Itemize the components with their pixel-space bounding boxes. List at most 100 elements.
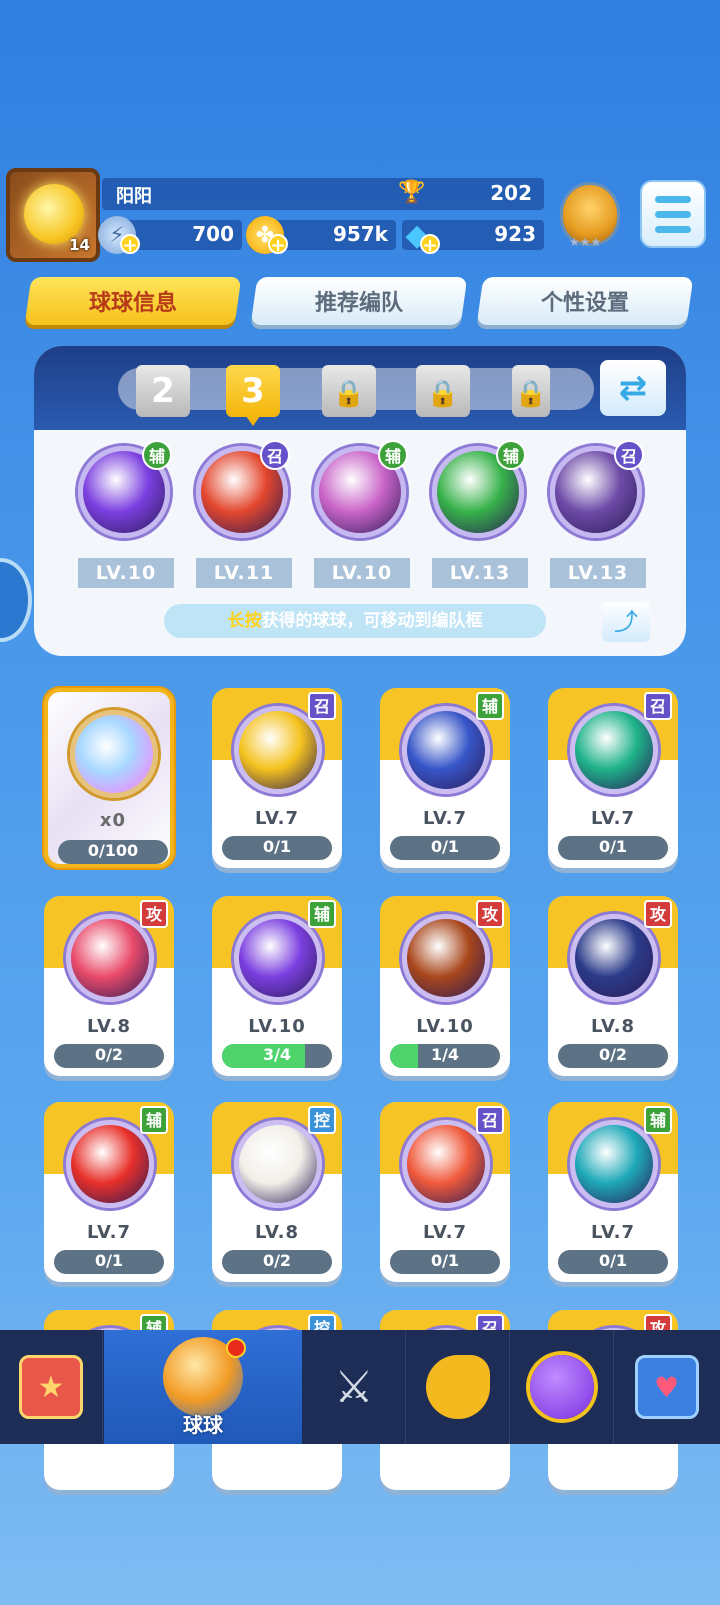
tab-ball-info[interactable]: 球球信息: [24, 277, 242, 325]
ball-type-badge: 攻: [476, 900, 504, 928]
ball-card[interactable]: 召 LV.7 0/1: [380, 1102, 510, 1282]
ball-card[interactable]: 攻 LV.8 0/2: [548, 896, 678, 1076]
shop-icon: ★: [19, 1355, 83, 1419]
nav-balls[interactable]: 球球: [104, 1330, 302, 1444]
progress-text: 0/2: [262, 1251, 292, 1270]
team-slot-locked[interactable]: 🔒: [512, 365, 550, 417]
nav-social[interactable]: ♥: [615, 1330, 718, 1444]
ball-orb-icon: [70, 710, 158, 798]
tab-personal-settings[interactable]: 个性设置: [476, 277, 694, 325]
progress-text: 0/1: [94, 1251, 124, 1270]
tab-label: 个性设置: [540, 291, 629, 316]
menu-button[interactable]: [640, 180, 706, 248]
ball-card[interactable]: 辅 LV.10 3/4: [212, 896, 342, 1076]
ball-type-badge: 控: [308, 1106, 336, 1134]
add-gems-button[interactable]: +: [420, 234, 440, 255]
ball-card[interactable]: 辅 LV.7 0/1: [548, 1102, 678, 1282]
ball-level: x0: [99, 810, 127, 831]
ball-type-badge: 辅: [476, 692, 504, 720]
team-ball[interactable]: 辅 LV.10: [310, 440, 410, 596]
nav-battle[interactable]: ⚔: [303, 1330, 406, 1444]
ball-level: LV.10: [416, 1016, 474, 1037]
nav-planet[interactable]: [511, 1330, 614, 1444]
upgrade-progress-bar: 3/4: [222, 1044, 332, 1068]
whistle-icon: [426, 1355, 490, 1419]
tab-recommended-team[interactable]: 推荐编队: [250, 277, 468, 325]
add-energy-button[interactable]: +: [120, 234, 140, 255]
team-ball[interactable]: 辅 LV.13: [428, 440, 528, 596]
energy-value: 700: [192, 222, 234, 246]
progress-text: 0/1: [598, 1251, 628, 1270]
upgrade-progress-bar: 0/2: [54, 1044, 164, 1068]
ball-level: LV.11: [196, 558, 292, 588]
ball-type-badge: 召: [614, 440, 644, 470]
ball-level: LV.8: [591, 1016, 635, 1037]
ball-card[interactable]: 攻 LV.10 1/4: [380, 896, 510, 1076]
team-slot-3[interactable]: 3: [226, 365, 280, 426]
ball-type-badge: 攻: [644, 900, 672, 928]
player-avatar[interactable]: 14: [6, 168, 100, 262]
ball-card[interactable]: 控 LV.8 0/2: [212, 1102, 342, 1282]
ball-card-special[interactable]: x0 0/100: [44, 688, 174, 868]
progress-text: 0/2: [598, 1045, 628, 1064]
tab-label: 球球信息: [88, 291, 177, 316]
upgrade-progress-bar: 0/100: [58, 840, 168, 864]
upgrade-progress-bar: 0/2: [558, 1044, 668, 1068]
nav-label: 球球: [183, 1413, 223, 1437]
ball-card[interactable]: 召 LV.7 0/1: [212, 688, 342, 868]
lock-icon: 🔒: [426, 379, 460, 409]
ball-card[interactable]: 辅 LV.7 0/1: [44, 1102, 174, 1282]
progress-text: 0/100: [87, 841, 139, 860]
team-panel: 2 3 🔒 🔒 🔒 ⇄ 辅 LV.10 召 LV.11 辅 LV.10 辅 LV…: [34, 346, 686, 656]
team-slot-locked[interactable]: 🔒: [416, 365, 470, 417]
ball-level: LV.8: [255, 1222, 299, 1243]
ball-level: LV.13: [432, 558, 528, 588]
avatar-sun-icon: [24, 184, 84, 244]
coin-value: 957k: [332, 222, 388, 246]
upgrade-progress-bar: 0/1: [558, 1250, 668, 1274]
progress-text: 0/1: [262, 837, 292, 856]
team-slot-locked[interactable]: 🔒: [322, 365, 376, 417]
ball-type-badge: 辅: [378, 440, 408, 470]
battle-swords-icon: ⚔: [334, 1361, 374, 1413]
upgrade-progress-bar: 0/1: [222, 836, 332, 860]
team-ball[interactable]: 召 LV.13: [546, 440, 646, 596]
ball-card[interactable]: 辅 LV.7 0/1: [380, 688, 510, 868]
lock-icon: 🔒: [514, 379, 548, 409]
nav-whistle[interactable]: [407, 1330, 510, 1444]
hint-text: 获得的球球，可移动到编队框: [261, 611, 483, 631]
add-coins-button[interactable]: +: [268, 234, 288, 255]
rank-badge-icon[interactable]: ★★★: [560, 182, 620, 249]
drag-hint: 长按获得的球球，可移动到编队框: [164, 604, 546, 638]
upgrade-progress-bar: 0/1: [390, 836, 500, 860]
ball-level: LV.10: [78, 558, 174, 588]
lock-icon: 🔒: [332, 379, 366, 409]
trophy-count: 202: [490, 181, 532, 205]
team-ball[interactable]: 辅 LV.10: [74, 440, 174, 596]
ball-type-badge: 召: [260, 440, 290, 470]
rank-stars: ★★★: [569, 235, 602, 249]
progress-text: 0/2: [94, 1045, 124, 1064]
share-button[interactable]: ⤴: [602, 602, 650, 642]
ball-type-badge: 辅: [142, 440, 172, 470]
progress-text: 3/4: [262, 1045, 292, 1064]
ball-level: LV.10: [248, 1016, 306, 1037]
swap-team-button[interactable]: ⇄: [600, 360, 666, 416]
ball-type-badge: 攻: [140, 900, 168, 928]
tab-label: 推荐编队: [314, 291, 403, 316]
ball-level: LV.7: [255, 808, 299, 829]
team-ball[interactable]: 召 LV.11: [192, 440, 292, 596]
side-tab-button[interactable]: [0, 558, 32, 642]
upgrade-progress-bar: 0/1: [390, 1250, 500, 1274]
progress-text: 1/4: [430, 1045, 460, 1064]
trophy-icon: 🏆: [398, 180, 426, 205]
ball-card[interactable]: 攻 LV.8 0/2: [44, 896, 174, 1076]
progress-text: 0/1: [430, 1251, 460, 1270]
social-chat-icon: ♥: [634, 1355, 699, 1419]
ball-card[interactable]: 召 LV.7 0/1: [548, 688, 678, 868]
nav-shop[interactable]: ★: [0, 1330, 103, 1444]
ball-level: LV.7: [87, 1222, 131, 1243]
team-slot-2[interactable]: 2: [136, 365, 190, 417]
ball-type-badge: 召: [644, 692, 672, 720]
upgrade-progress-bar: 0/1: [558, 836, 668, 860]
